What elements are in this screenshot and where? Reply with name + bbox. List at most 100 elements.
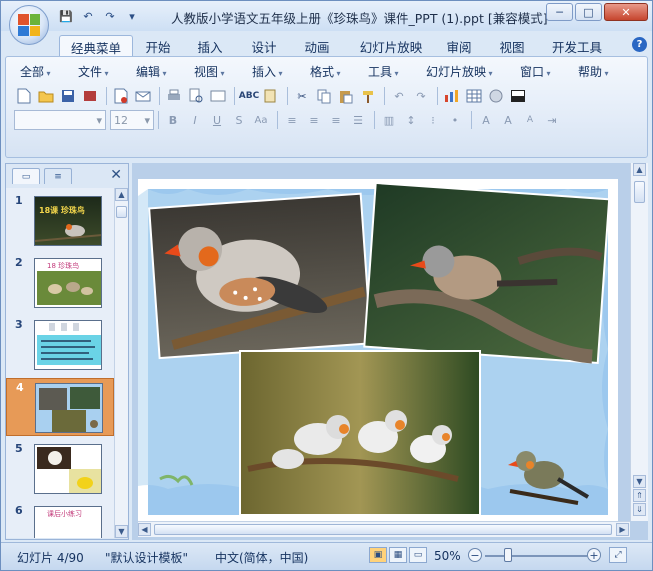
slide-thumbnail[interactable]: 18 珍珠鸟 — [34, 258, 102, 308]
scroll-thumb[interactable] — [634, 181, 645, 203]
save-icon[interactable]: 💾 — [57, 7, 75, 25]
open-folder-icon[interactable] — [36, 86, 56, 106]
scroll-up-icon[interactable]: ▲ — [633, 163, 646, 176]
chart-icon[interactable] — [442, 86, 462, 106]
slide-horizontal-scrollbar[interactable]: ◀ ▶ — [138, 521, 630, 537]
slide-thumb-row[interactable]: 3 — [6, 316, 114, 374]
tab-classic-menu[interactable]: 经典菜单 — [59, 35, 133, 57]
align-center-icon[interactable]: ≡ — [304, 110, 324, 130]
menu-all[interactable]: 全部 — [20, 63, 51, 80]
menu-window[interactable]: 窗口 — [520, 63, 551, 80]
slide-thumb-row[interactable]: 2 18 珍珠鸟 — [6, 254, 114, 312]
justify-icon[interactable]: ☰ — [348, 110, 368, 130]
scroll-down-icon[interactable]: ▼ — [633, 475, 646, 488]
numbering-icon[interactable]: ⁝ — [423, 110, 443, 130]
scroll-left-icon[interactable]: ◀ — [138, 523, 151, 536]
undo-icon[interactable]: ↶ — [79, 7, 97, 25]
tab-review[interactable]: 审阅 — [438, 35, 480, 57]
slide-thumb-row[interactable]: 1 18课 珍珠鸟 — [6, 192, 114, 250]
scroll-up-icon[interactable]: ▲ — [115, 188, 128, 201]
slide-vertical-scrollbar[interactable]: ▲ ▼ ⇑ ⇓ — [630, 163, 648, 521]
zoom-slider-knob[interactable] — [504, 548, 512, 562]
slide-thumbnail[interactable] — [34, 320, 102, 370]
slides-tab-icon[interactable]: ▭ — [12, 168, 40, 184]
tab-slideshow[interactable]: 幻灯片放映 — [351, 35, 431, 57]
tab-view[interactable]: 视图 — [491, 35, 533, 57]
slide-sorter-view-icon[interactable]: ▦ — [389, 547, 407, 563]
tab-design[interactable]: 设计 — [243, 35, 285, 57]
scroll-thumb[interactable] — [116, 206, 127, 218]
thumbnail-scrollbar[interactable]: ▲ ▼ — [114, 188, 128, 538]
slide-view-icon[interactable] — [208, 86, 228, 106]
slideshow-view-icon[interactable]: ▭ — [409, 547, 427, 563]
menu-slideshow[interactable]: 幻灯片放映 — [426, 63, 493, 80]
previous-slide-icon[interactable]: ⇑ — [633, 489, 646, 502]
redo-icon[interactable]: ↷ — [101, 7, 119, 25]
normal-view-icon[interactable]: ▣ — [369, 547, 387, 563]
menu-help[interactable]: 帮助 — [578, 63, 609, 80]
tab-developer[interactable]: 开发工具 — [546, 35, 608, 57]
slide-thumbnail[interactable]: 18课 珍珠鸟 — [34, 196, 102, 246]
permission-icon[interactable] — [80, 86, 100, 106]
menu-edit[interactable]: 编辑 — [136, 63, 167, 80]
zoom-slider[interactable] — [485, 555, 587, 557]
tab-insert[interactable]: 插入 — [189, 35, 231, 57]
print-preview-icon[interactable] — [186, 86, 206, 106]
italic-icon[interactable]: I — [185, 110, 205, 130]
paste-icon[interactable] — [336, 86, 356, 106]
menu-file[interactable]: 文件 — [78, 63, 109, 80]
close-button[interactable]: ✕ — [604, 3, 648, 21]
template-name[interactable]: "默认设计模板" — [105, 549, 188, 566]
font-size-select[interactable]: 12 ▾ — [110, 110, 154, 130]
menu-tools[interactable]: 工具 — [368, 63, 399, 80]
scroll-right-icon[interactable]: ▶ — [616, 523, 629, 536]
close-panel-icon[interactable]: ✕ — [110, 167, 122, 183]
tab-home[interactable]: 开始 — [137, 35, 179, 57]
slide-thumb-row[interactable]: 5 — [6, 440, 114, 498]
align-left-icon[interactable]: ≡ — [282, 110, 302, 130]
fit-to-window-icon[interactable]: ⤢ — [609, 547, 627, 563]
zoom-out-icon[interactable]: − — [468, 548, 482, 562]
office-button[interactable] — [9, 5, 49, 45]
spelling-icon[interactable]: ABC — [239, 86, 259, 106]
menu-insert[interactable]: 插入 — [252, 63, 283, 80]
language-indicator[interactable]: 中文(简体，中国) — [215, 549, 308, 566]
menu-format[interactable]: 格式 — [310, 63, 341, 80]
indent-icon[interactable]: ⇥ — [542, 110, 562, 130]
slide-canvas[interactable] — [138, 179, 618, 523]
change-case-icon[interactable]: Aa — [251, 110, 271, 130]
strikethrough-icon[interactable]: S — [229, 110, 249, 130]
undo-icon[interactable]: ↶ — [389, 86, 409, 106]
shrink-font-icon[interactable]: A — [520, 110, 540, 130]
scroll-thumb[interactable] — [154, 524, 612, 535]
globe-icon[interactable] — [486, 86, 506, 106]
slide-thumbnail[interactable]: 课后小练习 — [34, 506, 102, 538]
columns-icon[interactable]: ▥ — [379, 110, 399, 130]
slide-thumbnail[interactable] — [34, 444, 102, 494]
table-icon[interactable] — [464, 86, 484, 106]
color-grayscale-icon[interactable] — [508, 86, 528, 106]
line-spacing-icon[interactable]: ↕ — [401, 110, 421, 130]
bold-icon[interactable]: B — [163, 110, 183, 130]
email-icon[interactable] — [133, 86, 153, 106]
cut-icon[interactable]: ✂ — [292, 86, 312, 106]
print-icon[interactable] — [164, 86, 184, 106]
zoom-in-icon[interactable]: + — [587, 548, 601, 562]
pdf-icon[interactable] — [111, 86, 131, 106]
new-doc-icon[interactable] — [14, 86, 34, 106]
minimize-button[interactable]: ─ — [546, 3, 573, 21]
underline-icon[interactable]: U — [207, 110, 227, 130]
slide-thumb-row[interactable]: 6 课后小练习 — [6, 502, 114, 538]
save-icon[interactable] — [58, 86, 78, 106]
grow-font-icon[interactable]: A — [498, 110, 518, 130]
font-color-icon[interactable]: A — [476, 110, 496, 130]
slide-thumb-row-selected[interactable]: 4 — [6, 378, 114, 436]
maximize-button[interactable]: □ — [575, 3, 602, 21]
menu-view[interactable]: 视图 — [194, 63, 225, 80]
format-painter-icon[interactable] — [358, 86, 378, 106]
bullets-icon[interactable]: • — [445, 110, 465, 130]
redo-icon[interactable]: ↷ — [411, 86, 431, 106]
outline-tab-icon[interactable]: ≡ — [44, 168, 72, 184]
zoom-level[interactable]: 50% — [434, 549, 461, 563]
customize-qat-icon[interactable]: ▾ — [123, 7, 141, 25]
